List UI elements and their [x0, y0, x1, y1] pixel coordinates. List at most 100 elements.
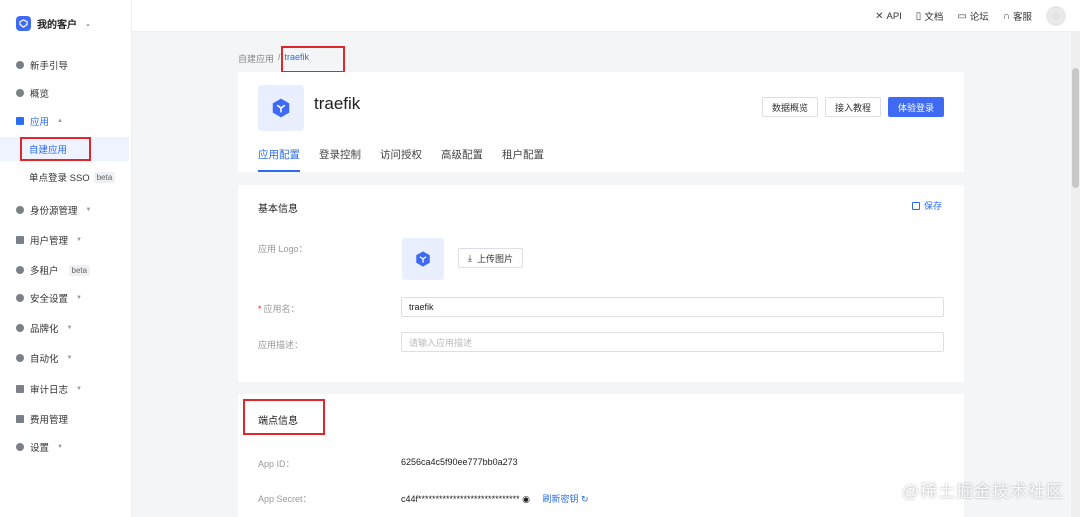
top-link-label: 论坛 — [969, 12, 989, 23]
top-link-label: 客服 — [1012, 12, 1032, 23]
required-mark: * — [258, 304, 262, 314]
highlight-box — [243, 399, 325, 435]
audit-icon — [16, 385, 24, 393]
chevron-down-icon: ▼ — [66, 325, 73, 331]
top-bar: ✕ API ▯ 文档 ▭ 论坛 ∩ 客服 ◌ — [132, 0, 1080, 32]
api-link[interactable]: ✕ API — [875, 9, 902, 23]
shield-icon — [16, 294, 24, 302]
save-label: 保存 — [923, 201, 942, 211]
app-logo-icon — [258, 85, 304, 131]
sidebar-item-label: 品牌化 — [30, 324, 59, 335]
sidebar-item-automation[interactable]: 自动化 ▼ — [16, 351, 72, 365]
top-links: ✕ API ▯ 文档 ▭ 论坛 ∩ 客服 — [875, 9, 1032, 24]
billing-icon — [16, 415, 24, 423]
forum-link[interactable]: ▭ 论坛 — [957, 9, 989, 24]
app-secret-row: c44f***************************** ◉ 刷新密钥… — [401, 492, 589, 505]
headset-icon: ∩ — [1002, 10, 1010, 22]
tutorial-button[interactable]: 接入教程 — [824, 97, 881, 117]
tab-advanced-config[interactable]: 高级配置 — [441, 147, 483, 172]
share-icon — [16, 206, 24, 214]
sidebar-item-label: 自动化 — [30, 354, 59, 365]
beta-badge: beta — [68, 264, 91, 276]
label-text: 应用名： — [263, 304, 300, 314]
header-actions: 数据概览 接入教程 体验登录 — [761, 97, 944, 117]
section-title: 基本信息 — [258, 204, 298, 215]
save-icon — [911, 201, 920, 210]
app-secret-label: App Secret： — [258, 494, 312, 504]
sidebar-item-label: 应用 — [30, 117, 50, 128]
sidebar-item-security[interactable]: 安全设置 ▼ — [16, 291, 82, 305]
app-desc-input[interactable]: 请输入应用描述 — [401, 332, 944, 352]
chat-icon: ▭ — [957, 10, 967, 22]
app-desc-label: 应用描述： — [258, 340, 304, 350]
sidebar-item-label: 审计日志 — [30, 385, 69, 396]
guide-icon — [16, 61, 24, 69]
app-name-label: * 应用名： — [258, 302, 300, 315]
avatar[interactable]: ◌ — [1046, 6, 1066, 26]
sidebar-item-guide[interactable]: 新手引导 — [16, 58, 68, 72]
chevron-down-icon: ▼ — [76, 237, 82, 243]
sidebar-item-branding[interactable]: 品牌化 ▼ — [16, 321, 72, 335]
sidebar-item-label: 单点登录 SSO — [29, 173, 90, 184]
sidebar-item-identity-sources[interactable]: 身份源管理 ▼ — [16, 203, 91, 217]
scrollbar[interactable] — [1071, 32, 1080, 517]
sidebar-subitem-sso[interactable]: 单点登录 SSO beta — [0, 165, 129, 189]
org-name: 我的客户 — [37, 20, 77, 31]
users-icon — [16, 236, 24, 244]
refresh-icon[interactable]: ↻ — [581, 494, 589, 504]
sidebar-item-label: 多租户 — [30, 266, 59, 277]
support-link[interactable]: ∩ 客服 — [1002, 9, 1032, 24]
watermark: @稀土掘金技术社区 — [901, 482, 1064, 501]
save-button[interactable]: 保存 — [911, 199, 942, 212]
app-logo-preview — [402, 238, 444, 280]
upload-image-button[interactable]: ⤓ 上传图片 — [458, 248, 523, 268]
upload-icon: ⤓ — [468, 252, 472, 263]
sidebar-item-label: 概览 — [30, 89, 50, 100]
app-name-input[interactable]: traefik — [401, 297, 944, 317]
highlight-box — [281, 46, 345, 73]
app-id-value: 6256ca4c5f90ee777bb0a273 — [401, 457, 518, 467]
tab-tenant-config[interactable]: 租户配置 — [502, 147, 544, 172]
chevron-down-icon: ▼ — [57, 444, 63, 450]
data-overview-button[interactable]: 数据概览 — [761, 97, 818, 117]
refresh-secret-link[interactable]: 刷新密钥 — [542, 494, 578, 504]
sidebar-item-settings[interactable]: 设置 ▼ — [16, 440, 63, 454]
automation-icon — [16, 354, 24, 362]
chevron-down-icon: ▼ — [76, 386, 82, 392]
eye-icon[interactable]: ◉ — [522, 494, 530, 504]
sidebar-item-apps[interactable]: 应用 ▲ — [16, 114, 63, 128]
sidebar-item-billing[interactable]: 费用管理 — [16, 412, 68, 426]
chevron-down-icon: ⌄ — [85, 20, 91, 28]
sidebar-item-label: 身份源管理 — [30, 206, 78, 217]
breadcrumb-parent[interactable]: 自建应用 — [238, 52, 274, 65]
beta-badge: beta — [93, 171, 116, 183]
sidebar-item-label: 安全设置 — [30, 294, 69, 305]
tenant-icon — [16, 266, 24, 274]
brush-icon — [16, 324, 24, 332]
sidebar-item-label: 新手引导 — [30, 61, 69, 72]
gear-icon — [16, 443, 24, 451]
tools-icon: ✕ — [875, 10, 884, 22]
basic-info-card: 基本信息 保存 应用 Logo： ⤓ 上传图片 * 应用名： traefik 应用… — [238, 185, 964, 382]
app-id-label: App ID： — [258, 459, 295, 469]
sidebar-item-label: 费用管理 — [30, 415, 69, 426]
sidebar: 我的客户 ⌄ 新手引导 概览 应用 ▲ 自建应用 单点登录 SSO beta 身… — [0, 0, 132, 517]
org-switcher[interactable]: 我的客户 ⌄ — [16, 16, 91, 31]
docs-link[interactable]: ▯ 文档 — [915, 9, 944, 24]
app-header-card: traefik 数据概览 接入教程 体验登录 应用配置 登录控制 访问授权 高级… — [238, 72, 964, 172]
tab-login-control[interactable]: 登录控制 — [319, 147, 361, 172]
scroll-thumb[interactable] — [1072, 68, 1079, 188]
tab-app-config[interactable]: 应用配置 — [258, 147, 300, 172]
sidebar-item-users[interactable]: 用户管理 ▼ — [16, 233, 82, 247]
try-login-button[interactable]: 体验登录 — [887, 97, 944, 117]
app-name: traefik — [314, 94, 361, 113]
app-secret-value: c44f***************************** — [401, 494, 520, 504]
chevron-down-icon: ▼ — [85, 207, 92, 213]
apps-icon — [16, 117, 24, 125]
sidebar-item-multi-tenant[interactable]: 多租户 beta — [16, 263, 91, 277]
sidebar-item-overview[interactable]: 概览 — [16, 86, 49, 100]
sidebar-item-audit-logs[interactable]: 审计日志 ▼ — [16, 382, 82, 396]
tab-access-authorization[interactable]: 访问授权 — [380, 147, 422, 172]
book-icon: ▯ — [915, 10, 922, 22]
endpoint-info-card: 端点信息 App ID： 6256ca4c5f90ee777bb0a273 Ap… — [238, 394, 964, 517]
